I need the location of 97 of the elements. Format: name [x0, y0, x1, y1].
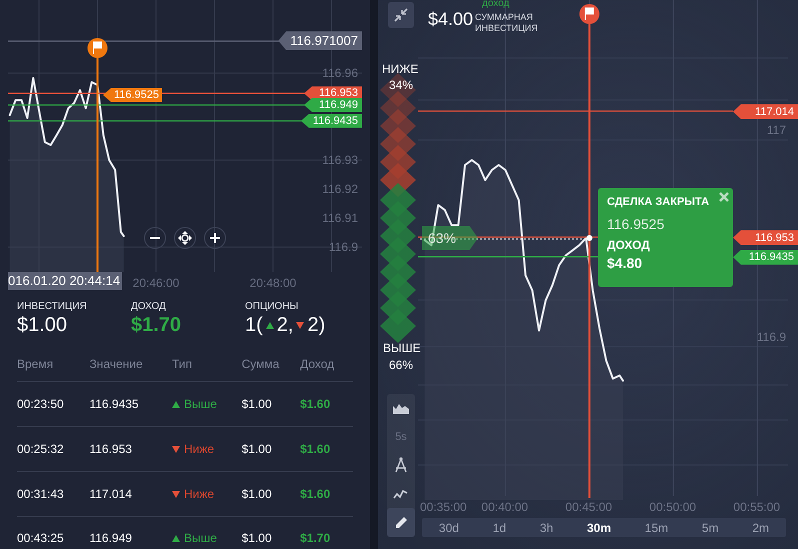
axis-label: 116.91: [321, 211, 358, 226]
triangle-down-icon: [172, 490, 180, 498]
stat-value: $1.00: [17, 313, 68, 337]
price-level-tag: 116.9435: [733, 250, 798, 265]
stat-label: ДОХОД: [131, 300, 167, 313]
table-cell: 116.9435: [89, 382, 172, 426]
axis-label: 117: [766, 123, 786, 137]
plus-icon: [210, 233, 220, 243]
table-cell: 117.014: [89, 472, 172, 516]
sentiment-percent: 66%: [389, 358, 414, 372]
popup-price: 116.9525: [607, 216, 666, 232]
income-cell: $1.60: [300, 426, 353, 472]
table-cell: 00:31:43: [17, 472, 90, 516]
popup-title: СДЕЛКА ЗАКРЫТА: [607, 196, 710, 208]
sentiment-label: НИЖЕ: [382, 62, 418, 76]
income-cell: $1.60: [300, 472, 353, 516]
timeframe-button[interactable]: 5m: [698, 520, 723, 534]
triangle-down-icon: [296, 322, 304, 328]
axis-label: 116.9: [328, 240, 358, 254]
axis-label: 00:50:00: [649, 500, 696, 514]
stat-label: ИНВЕСТИЦИЯ: [17, 300, 88, 313]
position-percent-tag: 63%: [422, 226, 478, 250]
triangle-up-icon: [266, 322, 274, 328]
triangle-up-icon: [172, 534, 180, 542]
flag-icon: [88, 38, 108, 58]
wave-icon: [393, 488, 409, 500]
direction-label: Ниже: [184, 487, 214, 501]
stat-label: ОПЦИОНЫ: [245, 300, 300, 313]
column-header: Доход: [300, 346, 353, 382]
popup-income: $4.80: [607, 255, 644, 271]
minus-icon: [150, 237, 160, 239]
table-cell: 00:43:25: [17, 516, 90, 548]
crosshair-icon: [178, 231, 192, 245]
price-level-tag: 116.949: [304, 98, 362, 112]
stat-value: $1.70: [131, 313, 182, 337]
timeframe-button[interactable]: 2m: [748, 520, 774, 534]
axis-label: 00:55:00: [733, 500, 780, 514]
investment-value: $4.00: [428, 9, 474, 30]
table-cell: 00:23:50: [17, 382, 90, 426]
zoom-out-button[interactable]: [144, 227, 166, 249]
interval-label: 5s: [395, 430, 407, 443]
move-button[interactable]: [174, 227, 196, 249]
zoom-in-button[interactable]: [204, 227, 226, 249]
direction-label: Ниже: [184, 442, 214, 456]
options-down-count: 2): [307, 313, 326, 337]
collapse-icon: [394, 8, 408, 22]
timeframe-button[interactable]: 3h: [536, 520, 558, 534]
sentiment-label: ВЫШЕ: [383, 341, 421, 355]
direction-label: Выше: [184, 531, 217, 545]
entry-price-tag: 116.9525: [103, 88, 162, 102]
table-cell: $1.00: [242, 426, 300, 472]
table-cell: 00:25:32: [17, 426, 90, 472]
triangle-down-icon: [172, 446, 180, 452]
axis-label: 20:48:00: [250, 276, 296, 290]
table-cell: 116.953: [89, 426, 172, 472]
sentiment-percent: 34%: [389, 78, 414, 92]
column-header: Тип: [172, 346, 242, 382]
flag-icon: [579, 4, 600, 24]
current-price-tag: 116.971007: [278, 31, 362, 50]
income-cell: $1.70: [300, 516, 353, 548]
column-header: Время: [17, 346, 90, 382]
collapse-button[interactable]: [388, 2, 414, 28]
axis-label: 116.93: [321, 153, 358, 168]
cursor-time-label: 016.01.20 20:44:14: [8, 272, 122, 290]
income-cell: $1.60: [300, 382, 353, 426]
timeframe-button[interactable]: 30m: [582, 520, 616, 534]
table-cell: $1.00: [242, 382, 300, 426]
pencil-icon: [394, 516, 408, 530]
price-level-tag: 116.953: [733, 230, 798, 246]
popup-income-label: ДОХОД: [607, 238, 651, 252]
column-header: Сумма: [242, 346, 300, 382]
axis-label: 116.92: [321, 182, 358, 196]
axis-label: 00:35:00: [420, 500, 467, 514]
options-up-count: 2,: [276, 313, 294, 337]
timeframe-button[interactable]: 30d: [434, 520, 463, 534]
timeframe-button[interactable]: 15m: [640, 520, 672, 534]
area-chart-icon: [393, 402, 409, 414]
axis-label: 116.9: [756, 330, 786, 344]
timeframe-button[interactable]: 1d: [488, 520, 510, 534]
options-count: 1(: [245, 313, 263, 337]
axis-label: 116.96: [321, 66, 358, 80]
tool-button[interactable]: [387, 508, 415, 537]
direction-label: Выше: [184, 397, 217, 411]
axis-label: 00:40:00: [481, 500, 528, 514]
income-label: доход: [482, 0, 510, 9]
price-level-tag: 116.9435: [300, 114, 362, 128]
entry-point-marker: [586, 235, 592, 241]
table-cell: $1.00: [242, 472, 300, 516]
table-cell: 116.949: [89, 516, 172, 548]
table-cell: $1.00: [242, 516, 300, 548]
axis-label: 00:45:00: [565, 500, 612, 514]
axis-label: 20:46:00: [132, 276, 180, 290]
triangle-up-icon: [172, 400, 180, 408]
column-header: Значение: [89, 346, 172, 382]
price-level-tag: 117.014: [733, 104, 798, 120]
compass-icon: [394, 457, 408, 474]
investment-label: СУММАРНАЯ ИНВЕСТИЦИЯ: [475, 12, 539, 34]
